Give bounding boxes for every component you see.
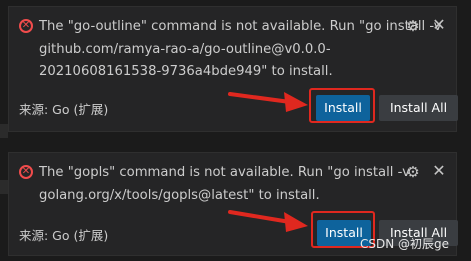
editor-background-strip <box>0 124 8 138</box>
highlight-box <box>309 88 375 123</box>
gear-icon[interactable]: ⚙ <box>405 18 421 34</box>
error-icon: ✕ <box>19 19 33 33</box>
editor-background-strip <box>0 180 8 194</box>
watermark: CSDN @初辰ge <box>360 237 450 251</box>
message-line: 20210608161538-9736a4bde949" to install. <box>39 64 333 79</box>
annotation-arrow <box>228 210 308 232</box>
close-icon[interactable]: ✕ <box>431 17 447 33</box>
gear-icon[interactable]: ⚙ <box>405 164 421 180</box>
message-line: The "gopls" command is not available. Ru… <box>39 165 410 180</box>
notification-message: The "gopls" command is not available. Ru… <box>39 162 410 207</box>
notification-source: 来源: Go (扩展) <box>19 228 109 243</box>
message-line: github.com/ramya-rao-a/go-outline@v0.0.0… <box>39 41 331 57</box>
message-line: The "go-outline" command is not availabl… <box>39 19 442 34</box>
error-icon: ✕ <box>19 165 33 179</box>
annotation-arrow <box>228 92 308 112</box>
message-line: golang.org/x/tools/gopls@latest" to inst… <box>39 187 320 203</box>
notification-message: The "go-outline" command is not availabl… <box>39 16 442 84</box>
notification-source: 来源: Go (扩展) <box>19 102 109 117</box>
install-all-button[interactable]: Install All <box>379 95 458 121</box>
close-icon[interactable]: ✕ <box>431 163 447 179</box>
